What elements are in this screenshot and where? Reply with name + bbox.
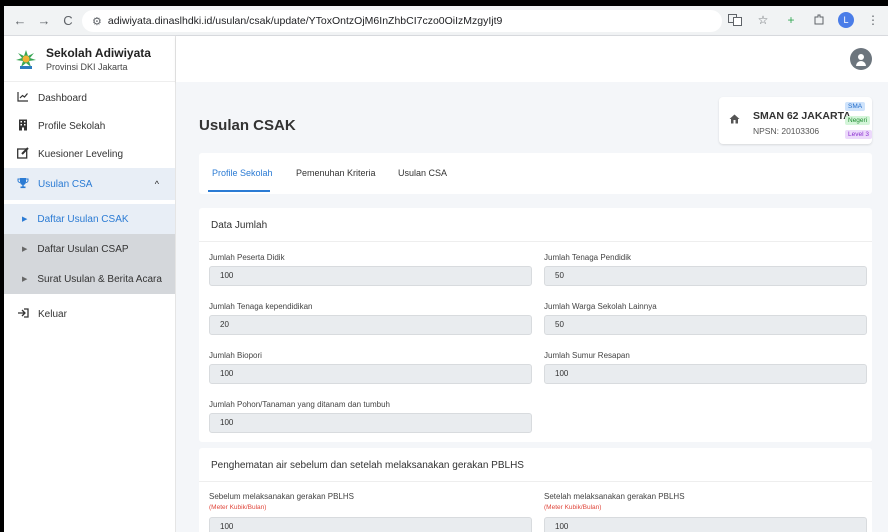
browser-actions: ☆ + L ⋮ xyxy=(726,11,882,29)
main-content: Usulan CSAK SMAN 62 JAKARTA NPSN: 201033… xyxy=(176,82,888,532)
home-icon xyxy=(729,114,740,127)
top-header xyxy=(176,36,888,82)
page-title: Usulan CSAK xyxy=(199,117,296,134)
edit-icon xyxy=(16,146,30,162)
brand[interactable]: Sekolah Adiwiyata Provinsi DKI Jakarta xyxy=(4,36,175,82)
field-label: Jumlah Pohon/Tanaman yang ditanam dan tu… xyxy=(209,400,391,409)
sidebar-item-label: Usulan CSA xyxy=(38,178,93,190)
jumlah-tenaga-pendidik-input[interactable]: 50 xyxy=(544,266,867,286)
chevron-up-icon: ^ xyxy=(154,179,159,189)
sidebar-item-label: Kuesioner Leveling xyxy=(38,148,124,160)
school-npsn: NPSN: 20103306 xyxy=(753,126,820,136)
sidebar-item-label: Dashboard xyxy=(38,92,87,104)
sidebar-item-kuesioner-leveling[interactable]: Kuesioner Leveling xyxy=(4,140,175,168)
building-icon xyxy=(16,119,30,134)
field-label: Jumlah Biopori xyxy=(209,351,262,360)
school-info-card: SMAN 62 JAKARTA NPSN: 20103306 SMA Neger… xyxy=(719,97,872,144)
field-label: Jumlah Sumur Resapan xyxy=(544,351,630,360)
sidebar-item-daftar-usulan-csap[interactable]: ▶ Daftar Usulan CSAP xyxy=(4,234,175,264)
translate-icon[interactable] xyxy=(726,11,744,29)
tab-pemenuhan-kriteria[interactable]: Pemenuhan Kriteria xyxy=(296,168,376,178)
reload-icon[interactable]: C xyxy=(58,11,78,31)
extensions-icon[interactable] xyxy=(810,11,828,29)
sidebar-menu: Dashboard Profile Sekolah Kuesioner Leve… xyxy=(4,84,175,200)
sidebar-subitem-label: Daftar Usulan CSAP xyxy=(37,243,129,255)
sidebar-subitem-label: Daftar Usulan CSAK xyxy=(37,213,129,225)
extension-plus-icon[interactable]: + xyxy=(782,11,800,29)
sidebar-item-daftar-usulan-csak[interactable]: ▶ Daftar Usulan CSAK xyxy=(4,204,175,234)
badge-status: Negeri xyxy=(845,116,871,125)
jumlah-pohon-input[interactable]: 100 xyxy=(209,413,532,433)
browser-menu-icon[interactable]: ⋮ xyxy=(864,11,882,29)
jumlah-warga-sekolah-input[interactable]: 50 xyxy=(544,315,867,335)
brand-title: Sekolah Adiwiyata xyxy=(46,45,151,60)
browser-profile-icon[interactable]: L xyxy=(838,12,854,28)
usulan-csa-submenu: ▶ Daftar Usulan CSAK ▶ Daftar Usulan CSA… xyxy=(4,204,175,294)
field-hint: (Meter Kubik/Bulan) xyxy=(209,504,267,511)
address-bar[interactable]: ⚙ adiwiyata.dinaslhdki.id/usulan/csak/up… xyxy=(82,10,722,32)
user-avatar-icon[interactable] xyxy=(850,48,872,70)
trophy-icon xyxy=(16,177,30,192)
chart-line-icon xyxy=(16,91,30,105)
sidebar-item-keluar[interactable]: Keluar xyxy=(4,300,175,328)
sidebar-menu-bottom: Keluar xyxy=(4,300,175,328)
tabs-bar: Profile Sekolah Pemenuhan Kriteria Usula… xyxy=(199,153,872,194)
sebelum-pblhs-input[interactable]: 100 xyxy=(209,517,532,532)
field-label: Setelah melaksanakan gerakan PBLHS xyxy=(544,492,685,501)
data-jumlah-card: Data Jumlah Jumlah Peserta Didik 100 Jum… xyxy=(199,208,872,442)
sidebar-item-profile-sekolah[interactable]: Profile Sekolah xyxy=(4,112,175,140)
browser-toolbar: ← → C ⚙ adiwiyata.dinaslhdki.id/usulan/c… xyxy=(4,6,888,36)
triangle-right-icon: ▶ xyxy=(22,276,28,283)
jumlah-peserta-didik-input[interactable]: 100 xyxy=(209,266,532,286)
jumlah-tenaga-kependidikan-input[interactable]: 20 xyxy=(209,315,532,335)
sidebar: Sekolah Adiwiyata Provinsi DKI Jakarta D… xyxy=(4,36,176,532)
penghematan-air-card: Penghematan air sebelum dan setelah mela… xyxy=(199,448,872,532)
sidebar-item-surat-usulan[interactable]: ▶ Surat Usulan & Berita Acara xyxy=(4,264,175,294)
card-title: Data Jumlah xyxy=(211,220,268,231)
active-tab-indicator xyxy=(208,190,270,192)
site-settings-icon[interactable]: ⚙ xyxy=(92,15,102,28)
field-label: Sebelum melaksanakan gerakan PBLHS xyxy=(209,492,354,501)
tab-profile-sekolah[interactable]: Profile Sekolah xyxy=(212,168,273,178)
sidebar-item-label: Keluar xyxy=(38,308,67,320)
jumlah-biopori-input[interactable]: 100 xyxy=(209,364,532,384)
browser-window: ← → C ⚙ adiwiyata.dinaslhdki.id/usulan/c… xyxy=(4,6,888,532)
sidebar-item-usulan-csa[interactable]: Usulan CSA ^ xyxy=(4,168,175,200)
field-label: Jumlah Peserta Didik xyxy=(209,253,285,262)
card-title: Penghematan air sebelum dan setelah mela… xyxy=(211,460,524,471)
back-icon[interactable]: ← xyxy=(10,11,30,31)
url-text: adiwiyata.dinaslhdki.id/usulan/csak/upda… xyxy=(107,15,503,27)
tab-usulan-csa[interactable]: Usulan CSA xyxy=(398,168,447,178)
adiwiyata-logo-icon xyxy=(14,47,38,71)
logout-icon xyxy=(16,307,30,321)
sidebar-item-label: Profile Sekolah xyxy=(38,120,106,132)
field-label: Jumlah Tenaga kependidikan xyxy=(209,302,313,311)
setelah-pblhs-input[interactable]: 100 xyxy=(544,517,867,532)
brand-subtitle: Provinsi DKI Jakarta xyxy=(46,61,128,72)
triangle-right-icon: ▶ xyxy=(22,246,28,253)
school-name: SMAN 62 JAKARTA xyxy=(753,110,851,122)
triangle-right-icon: ▶ xyxy=(22,216,28,223)
bookmark-star-icon[interactable]: ☆ xyxy=(754,11,772,29)
field-label: Jumlah Tenaga Pendidik xyxy=(544,253,632,262)
sidebar-subitem-label: Surat Usulan & Berita Acara xyxy=(37,273,162,285)
badge-jenjang: SMA xyxy=(845,102,866,111)
sidebar-item-dashboard[interactable]: Dashboard xyxy=(4,84,175,112)
field-hint: (Meter Kubik/Bulan) xyxy=(544,504,602,511)
badge-level: Level 3 xyxy=(845,130,872,139)
jumlah-sumur-resapan-input[interactable]: 100 xyxy=(544,364,867,384)
field-label: Jumlah Warga Sekolah Lainnya xyxy=(544,302,657,311)
forward-icon[interactable]: → xyxy=(34,11,54,31)
